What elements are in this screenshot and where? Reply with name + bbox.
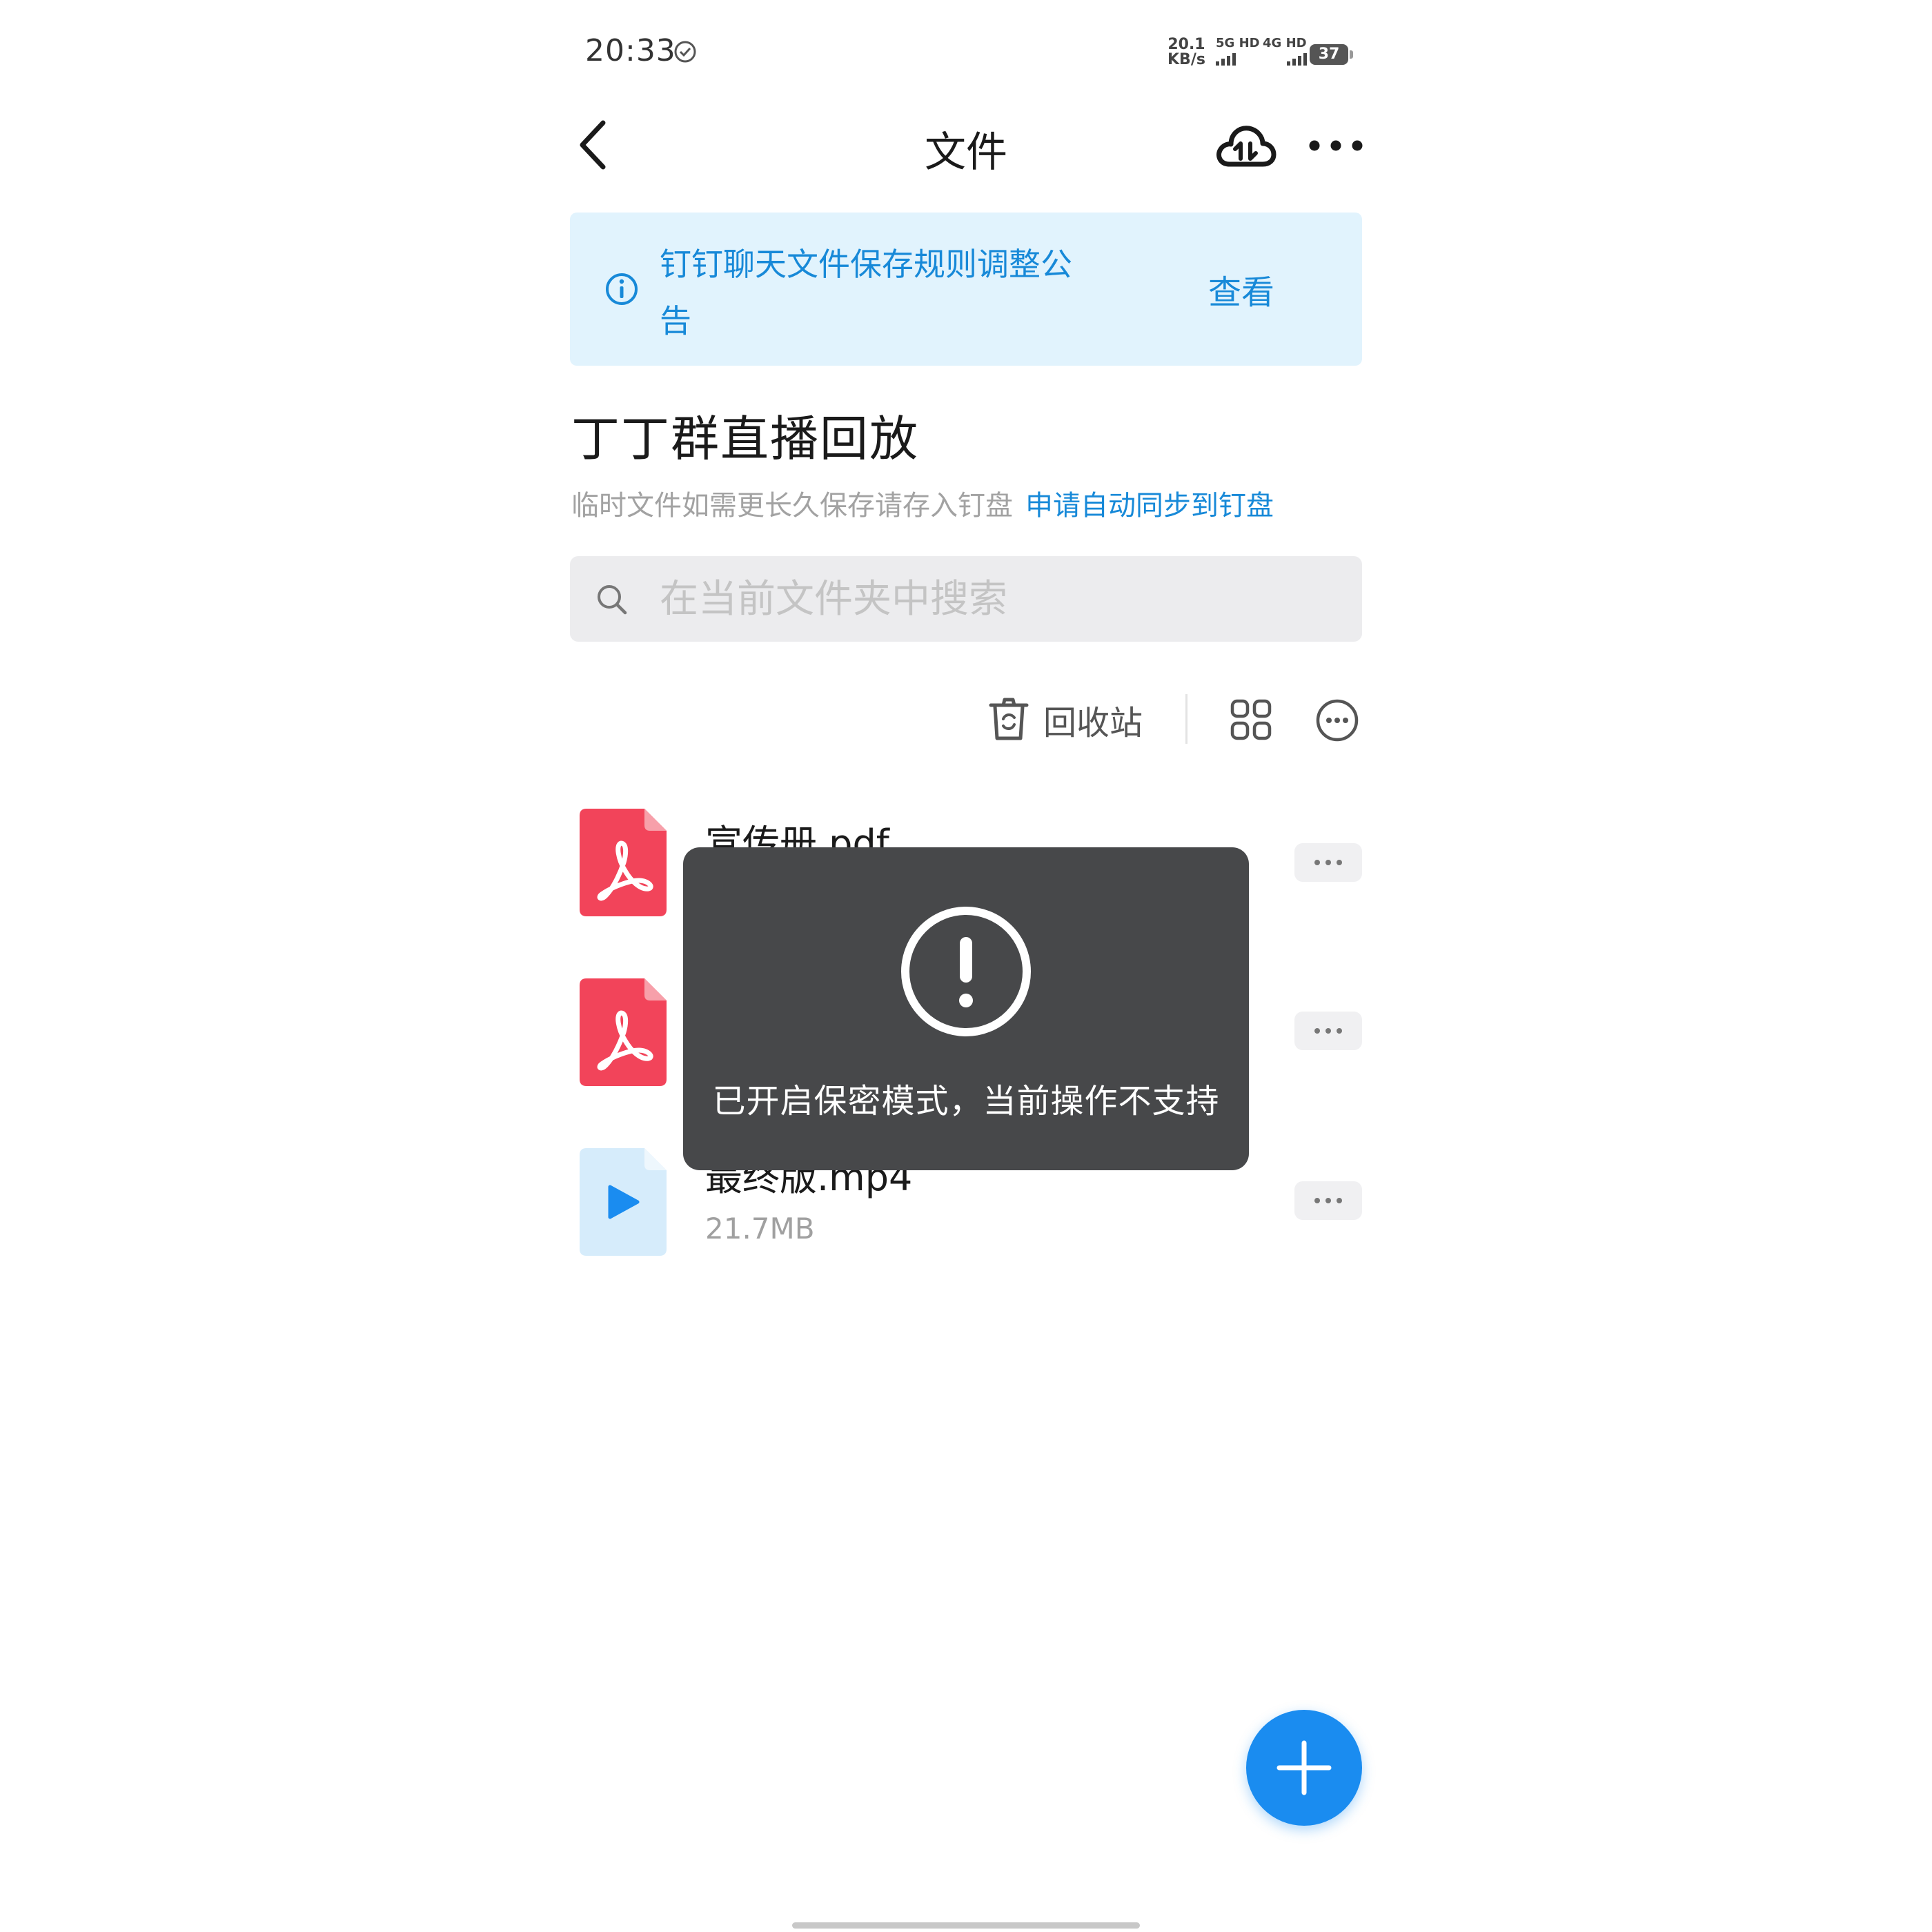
notice-banner: 钉钉聊天文件保存规则调整公告 查看 bbox=[570, 213, 1362, 366]
check-circle-icon bbox=[674, 41, 696, 63]
page-title: 文件 bbox=[925, 128, 1007, 177]
battery-indicator: 37 bbox=[1310, 44, 1353, 65]
network-speed-unit: KB/s bbox=[1167, 51, 1205, 68]
notice-text: 钉钉聊天文件保存规则调整公告 bbox=[660, 246, 1072, 339]
plus-icon bbox=[1276, 1740, 1332, 1795]
alert-icon bbox=[901, 907, 1031, 1036]
toast-text: 已开启保密模式，当前操作不支持 bbox=[712, 1082, 1220, 1121]
sim1-label: 5G HD bbox=[1216, 36, 1260, 50]
file-more-button[interactable] bbox=[1294, 1012, 1362, 1050]
network-speed: 20.1 KB/s bbox=[1167, 37, 1205, 68]
cloud-transfer-icon[interactable] bbox=[1214, 119, 1276, 174]
sim1-signal: 5G HD bbox=[1216, 36, 1260, 66]
add-button[interactable] bbox=[1246, 1710, 1362, 1826]
home-indicator[interactable] bbox=[792, 1922, 1140, 1929]
signal-bars-icon bbox=[1216, 53, 1260, 66]
notice-view-link[interactable]: 查看 bbox=[1208, 265, 1274, 313]
video-file-icon bbox=[580, 1148, 667, 1256]
sim2-label: 4G HD bbox=[1263, 36, 1307, 50]
info-icon bbox=[606, 273, 638, 305]
search-icon bbox=[598, 585, 627, 615]
pdf-file-icon bbox=[580, 809, 667, 916]
more-circle-icon[interactable] bbox=[1315, 698, 1359, 742]
folder-title: 丁丁群直播回放 bbox=[571, 411, 919, 467]
search-bar[interactable] bbox=[570, 556, 1362, 642]
file-size: 21.7MB bbox=[705, 1212, 815, 1245]
grid-view-icon[interactable] bbox=[1230, 698, 1272, 741]
sim2-signal: 4G HD bbox=[1263, 36, 1307, 66]
file-more-button[interactable] bbox=[1294, 843, 1362, 882]
recycle-bin-label: 回收站 bbox=[1043, 704, 1143, 742]
file-more-button[interactable] bbox=[1294, 1181, 1362, 1220]
status-time: 20:33 bbox=[585, 33, 676, 68]
pdf-file-icon bbox=[580, 978, 667, 1086]
trash-icon bbox=[989, 698, 1029, 740]
folder-subtitle: 临时文件如需更长久保存请存入钉盘 申请自动同步到钉盘 bbox=[571, 483, 1274, 523]
auto-sync-link[interactable]: 申请自动同步到钉盘 bbox=[1025, 490, 1274, 522]
folder-subtitle-text: 临时文件如需更长久保存请存入钉盘 bbox=[571, 490, 1013, 522]
recycle-bin-button[interactable]: 回收站 bbox=[988, 696, 1143, 744]
chevron-left-icon[interactable] bbox=[573, 117, 614, 172]
signal-bars-icon bbox=[1263, 53, 1307, 66]
network-speed-value: 20.1 bbox=[1167, 36, 1205, 53]
more-horizontal-icon[interactable] bbox=[1308, 128, 1364, 163]
toolbar-divider bbox=[1185, 694, 1187, 744]
search-input[interactable] bbox=[660, 573, 1336, 625]
toast-message: 已开启保密模式，当前操作不支持 bbox=[683, 847, 1249, 1170]
